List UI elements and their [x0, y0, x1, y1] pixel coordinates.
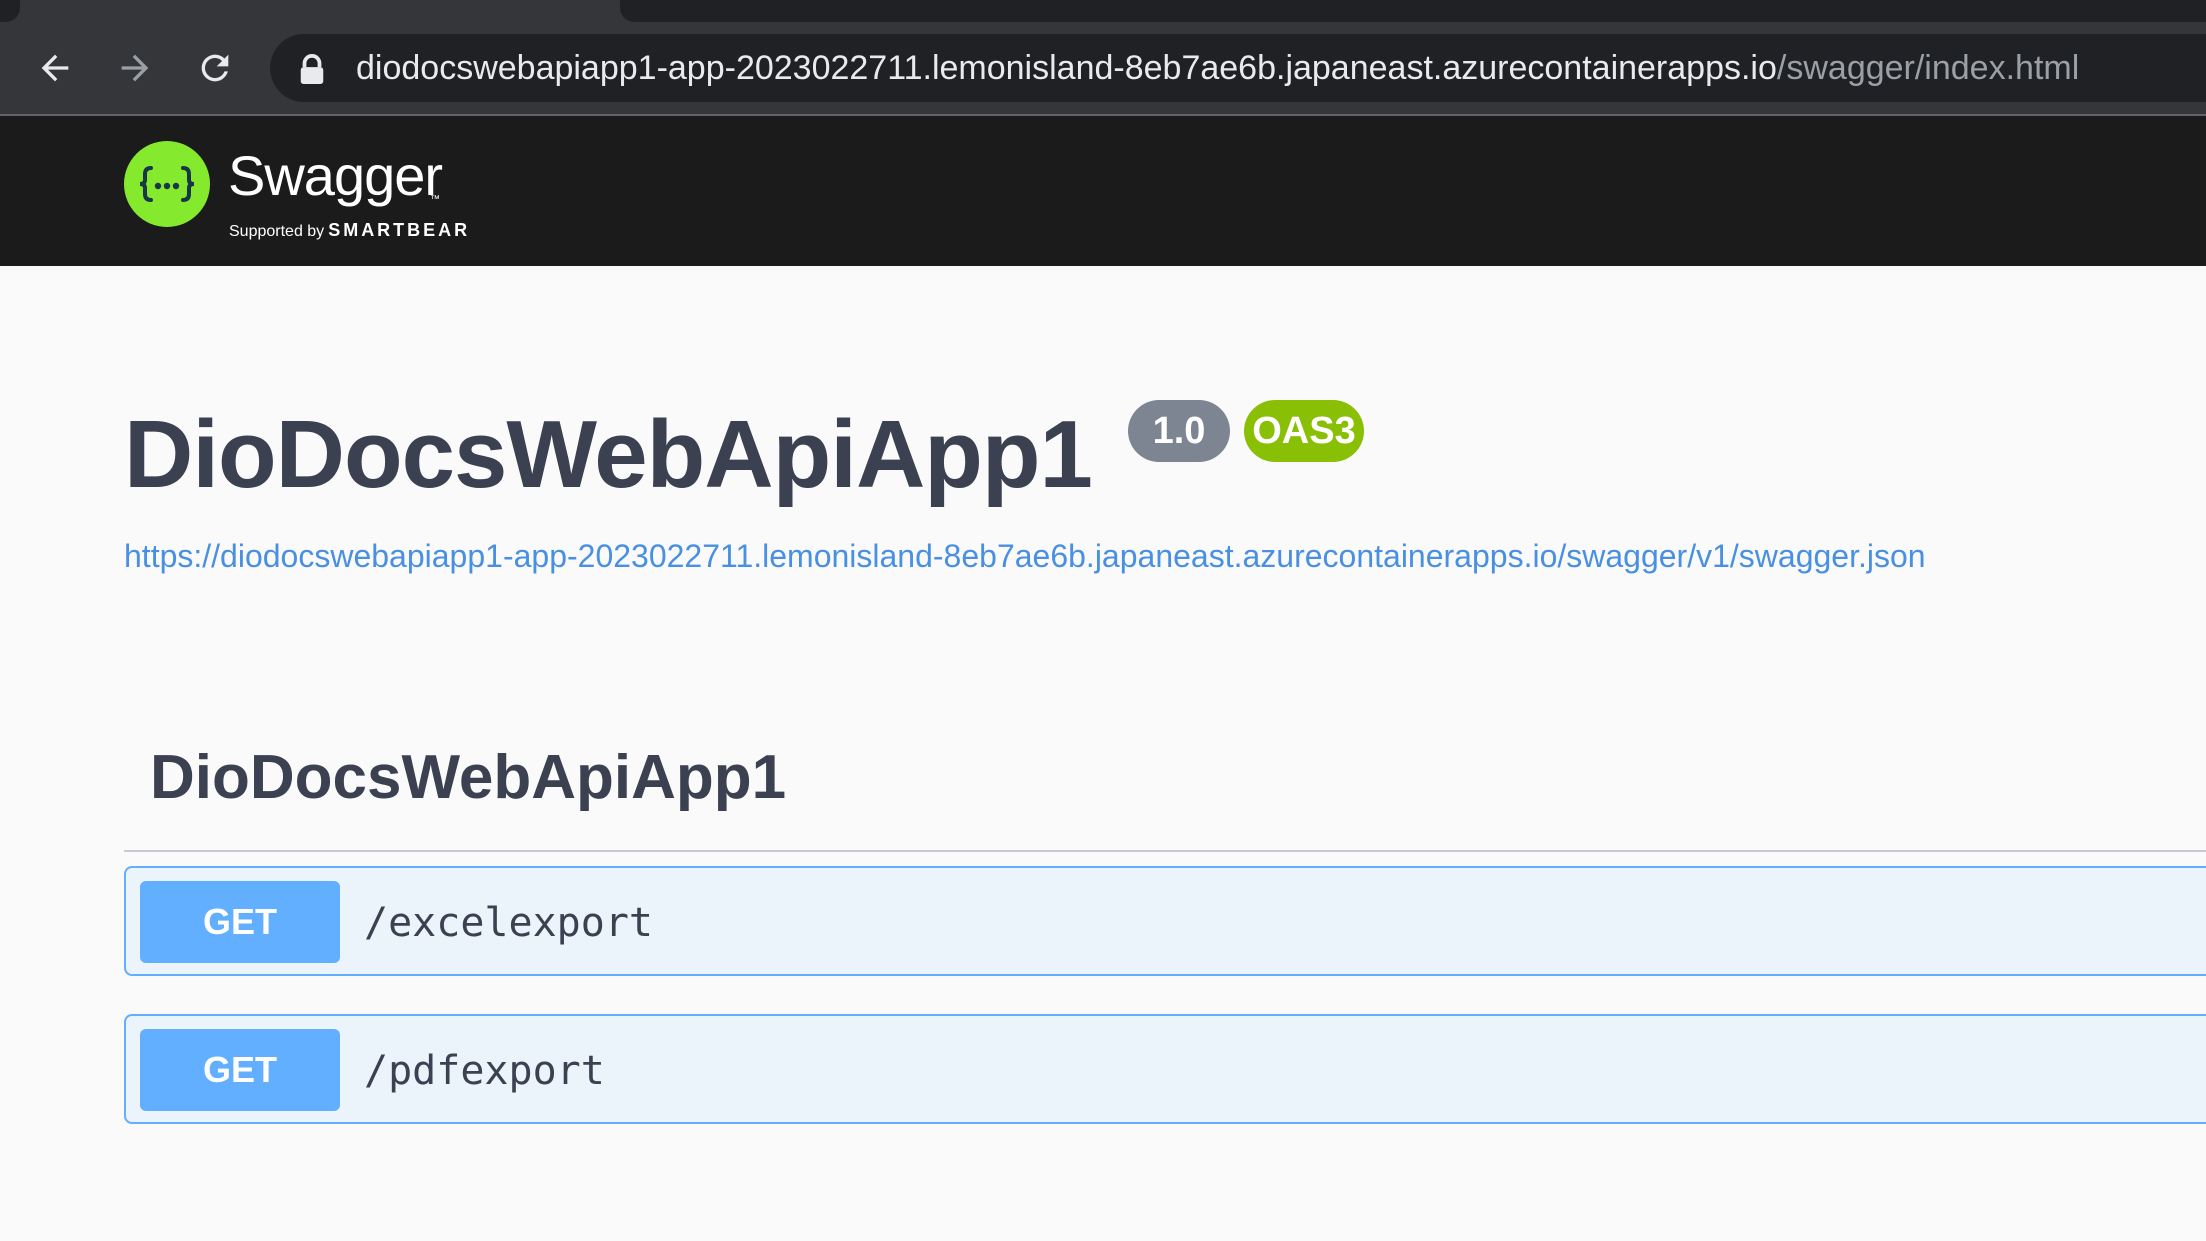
- curly-braces-icon: [139, 166, 195, 202]
- supported-by-label: Supported by: [229, 223, 325, 240]
- tag-section-header[interactable]: DioDocsWebApiApp1: [150, 740, 786, 816]
- operation-path[interactable]: /pdfexport: [364, 1046, 605, 1096]
- swagger-logo-icon[interactable]: [124, 141, 210, 227]
- http-method-badge[interactable]: GET: [140, 881, 340, 963]
- operation-path[interactable]: /excelexport: [364, 898, 653, 948]
- swagger-json-link[interactable]: https://diodocswebapiapp1-app-2023022711…: [124, 536, 1926, 576]
- back-icon: [41, 54, 69, 82]
- http-method-badge[interactable]: GET: [140, 1029, 340, 1111]
- tab-strip: [0, 0, 20, 22]
- smartbear-label: SMARTBEAR: [328, 220, 471, 240]
- version-badge: 1.0: [1128, 400, 1230, 462]
- reload-icon: [201, 54, 229, 82]
- tab-strip: [620, 0, 2206, 22]
- oas-badge: OAS3: [1244, 400, 1364, 462]
- operation-row-excelexport[interactable]: GET /excelexport: [124, 866, 2206, 976]
- address-bar[interactable]: diodocswebapiapp1-app-2023022711.lemonis…: [270, 34, 2206, 102]
- forward-icon: [121, 54, 149, 82]
- supported-by-smartbear: Supported by SMARTBEAR: [229, 220, 470, 242]
- address-url[interactable]: diodocswebapiapp1-app-2023022711.lemonis…: [356, 48, 2079, 88]
- trademark-mark: ™: [430, 194, 440, 205]
- reload-button[interactable]: [187, 40, 243, 96]
- url-path: /swagger/index.html: [1776, 49, 2080, 87]
- operation-row-pdfexport[interactable]: GET /pdfexport: [124, 1014, 2206, 1124]
- url-host: diodocswebapiapp1-app-2023022711.lemonis…: [356, 49, 1777, 87]
- back-button[interactable]: [27, 40, 83, 96]
- lock-icon[interactable]: [298, 54, 326, 84]
- api-title: DioDocsWebApiApp1: [124, 401, 1093, 508]
- tag-divider: [124, 850, 2206, 852]
- forward-button[interactable]: [107, 40, 163, 96]
- swagger-logo-text[interactable]: Swagger: [228, 144, 443, 208]
- browser-toolbar: diodocswebapiapp1-app-2023022711.lemonis…: [0, 0, 2206, 116]
